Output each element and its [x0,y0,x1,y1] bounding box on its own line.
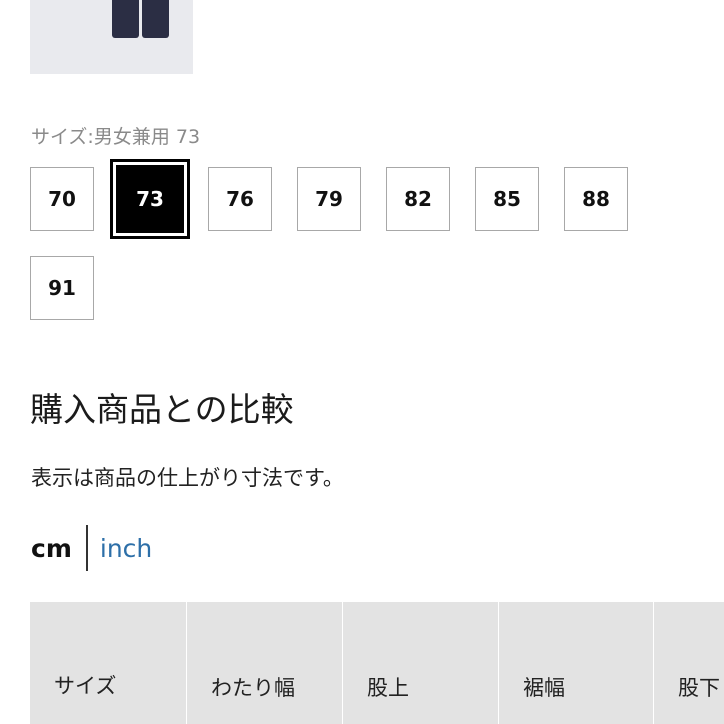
size-option-73[interactable]: 73 [110,159,190,239]
size-option-70[interactable]: 70 [30,167,94,231]
size-option-76[interactable]: 76 [208,167,272,231]
trousers-leg-left [112,0,139,38]
size-caption: サイズ:男女兼用 73 [31,126,201,148]
table-header-inseam: 股下 [654,602,724,724]
size-option-82[interactable]: 82 [386,167,450,231]
measurement-note: 表示は商品の仕上がり寸法です。 [31,466,344,490]
table-header-thigh-width: わたり幅 [187,602,343,724]
table-header-hem-width: 裾幅 [499,602,654,724]
unit-inch-link[interactable]: inch [100,534,152,563]
size-comparison-table: サイズ わたり幅 股上 裾幅 股下 [30,602,724,724]
size-option-88[interactable]: 88 [564,167,628,231]
trousers-leg-right [142,0,169,38]
unit-divider [85,525,88,571]
unit-switch: cm inch [31,525,152,571]
page: サイズ:男女兼用 73 70 73 76 79 82 85 88 91 購入商品… [0,0,724,724]
comparison-title: 購入商品との比較 [30,390,294,429]
table-header-rise: 股上 [343,602,499,724]
table-header-size: サイズ [30,602,187,724]
size-option-85[interactable]: 85 [475,167,539,231]
size-option-91[interactable]: 91 [30,256,94,320]
unit-cm[interactable]: cm [31,534,72,563]
size-option-79[interactable]: 79 [297,167,361,231]
product-thumbnail[interactable] [30,0,193,74]
